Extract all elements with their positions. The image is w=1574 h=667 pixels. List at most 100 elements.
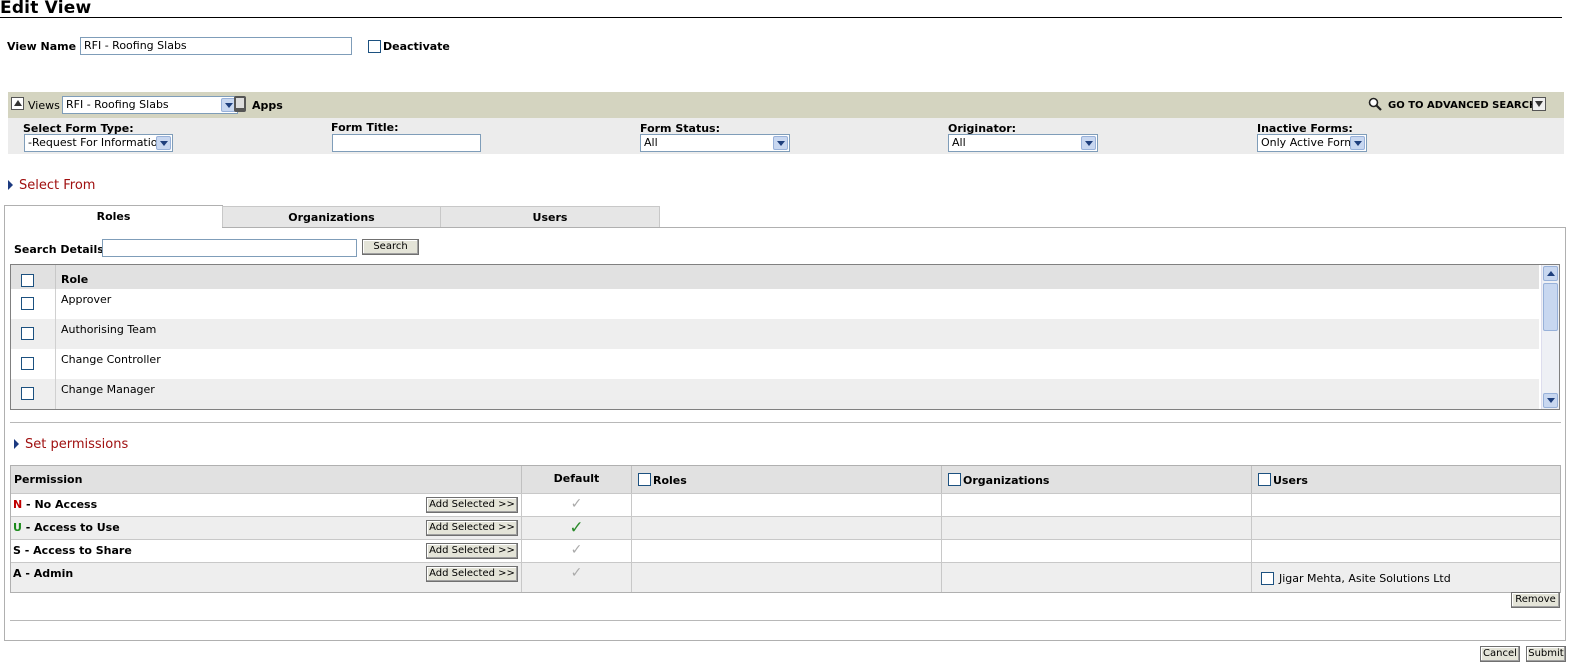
permission-label: - No Access (22, 498, 98, 511)
role-name: Authorising Team (61, 323, 157, 336)
users-cell (1252, 517, 1560, 539)
scroll-up-icon[interactable] (1543, 266, 1558, 281)
add-selected-button[interactable]: Add Selected >> (426, 520, 518, 536)
permission-column-header: Permission (11, 466, 522, 493)
users-header-text: Users (1273, 474, 1308, 487)
permission-code: A (13, 567, 22, 580)
role-list: Role Approver Authorising Team Change Co… (10, 264, 1560, 410)
submit-button[interactable]: Submit (1526, 646, 1566, 662)
role-checkbox[interactable] (21, 387, 34, 400)
permission-row: A - Admin Add Selected >> ✓ Jigar Mehta,… (11, 562, 1560, 592)
permission-code: N (13, 498, 23, 511)
roles-cell (632, 540, 942, 562)
add-selected-button[interactable]: Add Selected >> (426, 566, 518, 582)
expand-icon[interactable] (1532, 97, 1546, 111)
chevron-down-icon (1081, 136, 1096, 150)
views-toolbar: Views RFI - Roofing Slabs Apps GO TO ADV… (8, 92, 1564, 118)
view-name-label: View Name : (7, 40, 85, 53)
permission-label: - Access to Share (20, 544, 132, 557)
form-type-select[interactable]: -Request For Information (24, 134, 173, 152)
views-select[interactable]: RFI - Roofing Slabs (62, 96, 238, 114)
originator-select[interactable]: All (948, 134, 1098, 152)
default-check-icon[interactable]: ✓ (569, 518, 583, 538)
cancel-button[interactable]: Cancel (1480, 646, 1520, 662)
role-name: Change Controller (61, 353, 161, 366)
form-title-input[interactable] (332, 134, 481, 152)
role-name: Change Manager (61, 383, 155, 396)
roles-header-text: Roles (653, 474, 687, 487)
roles-column-checkbox[interactable] (638, 473, 651, 486)
permission-code: S (13, 544, 21, 557)
organizations-cell (942, 563, 1252, 592)
organizations-column-checkbox[interactable] (948, 473, 961, 486)
add-selected-button[interactable]: Add Selected >> (426, 543, 518, 559)
search-details-label: Search Details: (14, 243, 109, 256)
add-selected-button[interactable]: Add Selected >> (426, 497, 518, 513)
default-check-icon[interactable]: ✓ (571, 565, 583, 581)
permission-header-text: Permission (14, 473, 83, 486)
default-column-header: Default (522, 466, 632, 493)
role-list-scrollbar[interactable] (1541, 265, 1559, 409)
collapse-icon[interactable] (11, 97, 24, 110)
inactive-forms-select[interactable]: Only Active Forms (1257, 134, 1367, 152)
default-header-text: Default (553, 472, 600, 485)
organizations-header-text: Organizations (963, 474, 1050, 487)
active-tab-joiner (5, 226, 222, 228)
form-title-label: Form Title: (331, 121, 399, 134)
organizations-cell (942, 540, 1252, 562)
views-select-value: RFI - Roofing Slabs (66, 98, 169, 111)
default-check-icon[interactable]: ✓ (571, 542, 583, 558)
permission-code: U (13, 521, 22, 534)
list-item: Approver (11, 289, 1539, 319)
form-status-select[interactable]: All (640, 134, 790, 152)
section-divider (10, 422, 1561, 423)
default-check-icon[interactable]: ✓ (571, 496, 583, 512)
apps-label[interactable]: Apps (252, 99, 283, 112)
organizations-cell (942, 494, 1252, 516)
organizations-cell (942, 517, 1252, 539)
advanced-search-link[interactable]: GO TO ADVANCED SEARCH (1388, 100, 1537, 111)
form-status-value: All (644, 136, 658, 149)
role-checkbox[interactable] (21, 297, 34, 310)
scroll-down-icon[interactable] (1543, 393, 1558, 408)
users-cell: Jigar Mehta, Asite Solutions Ltd (1252, 563, 1560, 592)
search-details-input[interactable] (102, 239, 357, 257)
view-name-input[interactable]: RFI - Roofing Slabs (80, 37, 352, 55)
originator-value: All (952, 136, 966, 149)
filter-bar: Select Form Type: -Request For Informati… (8, 118, 1564, 154)
select-all-roles-checkbox[interactable] (21, 274, 34, 287)
deactivate-label: Deactivate (383, 40, 450, 53)
organizations-column-header: Organizations (942, 466, 1252, 493)
tab-roles[interactable]: Roles (4, 205, 223, 228)
magnifier-icon (1368, 97, 1382, 111)
role-checkbox[interactable] (21, 357, 34, 370)
list-item: Change Controller (11, 349, 1539, 379)
page-title: Edit View (0, 0, 92, 18)
role-name: Approver (61, 293, 112, 306)
permission-row: N - No Access Add Selected >> ✓ (11, 493, 1560, 516)
apps-icon[interactable] (234, 96, 246, 112)
remove-button[interactable]: Remove (1511, 592, 1560, 608)
assigned-user-checkbox[interactable] (1261, 572, 1274, 585)
deactivate-checkbox[interactable] (368, 40, 381, 53)
roles-cell (632, 517, 942, 539)
title-divider (0, 17, 1562, 18)
chevron-down-icon (1350, 136, 1365, 150)
search-button[interactable]: Search (362, 239, 419, 255)
permission-label: - Admin (21, 567, 74, 580)
section-triangle-icon (14, 439, 19, 449)
tab-users[interactable]: Users (440, 206, 660, 228)
role-column-header: Role (61, 273, 89, 286)
section-triangle-icon (8, 180, 13, 190)
chevron-down-icon (773, 136, 788, 150)
scroll-thumb[interactable] (1543, 283, 1558, 331)
form-type-value: -Request For Information (28, 136, 165, 149)
tab-organizations[interactable]: Organizations (222, 206, 441, 228)
role-list-header: Role (11, 265, 1539, 289)
select-from-heading: Select From (19, 178, 96, 193)
users-column-header: Users (1252, 466, 1560, 493)
chevron-down-icon (156, 136, 171, 150)
permission-row: U - Access to Use Add Selected >> ✓ (11, 516, 1560, 539)
users-column-checkbox[interactable] (1258, 473, 1271, 486)
role-checkbox[interactable] (21, 327, 34, 340)
